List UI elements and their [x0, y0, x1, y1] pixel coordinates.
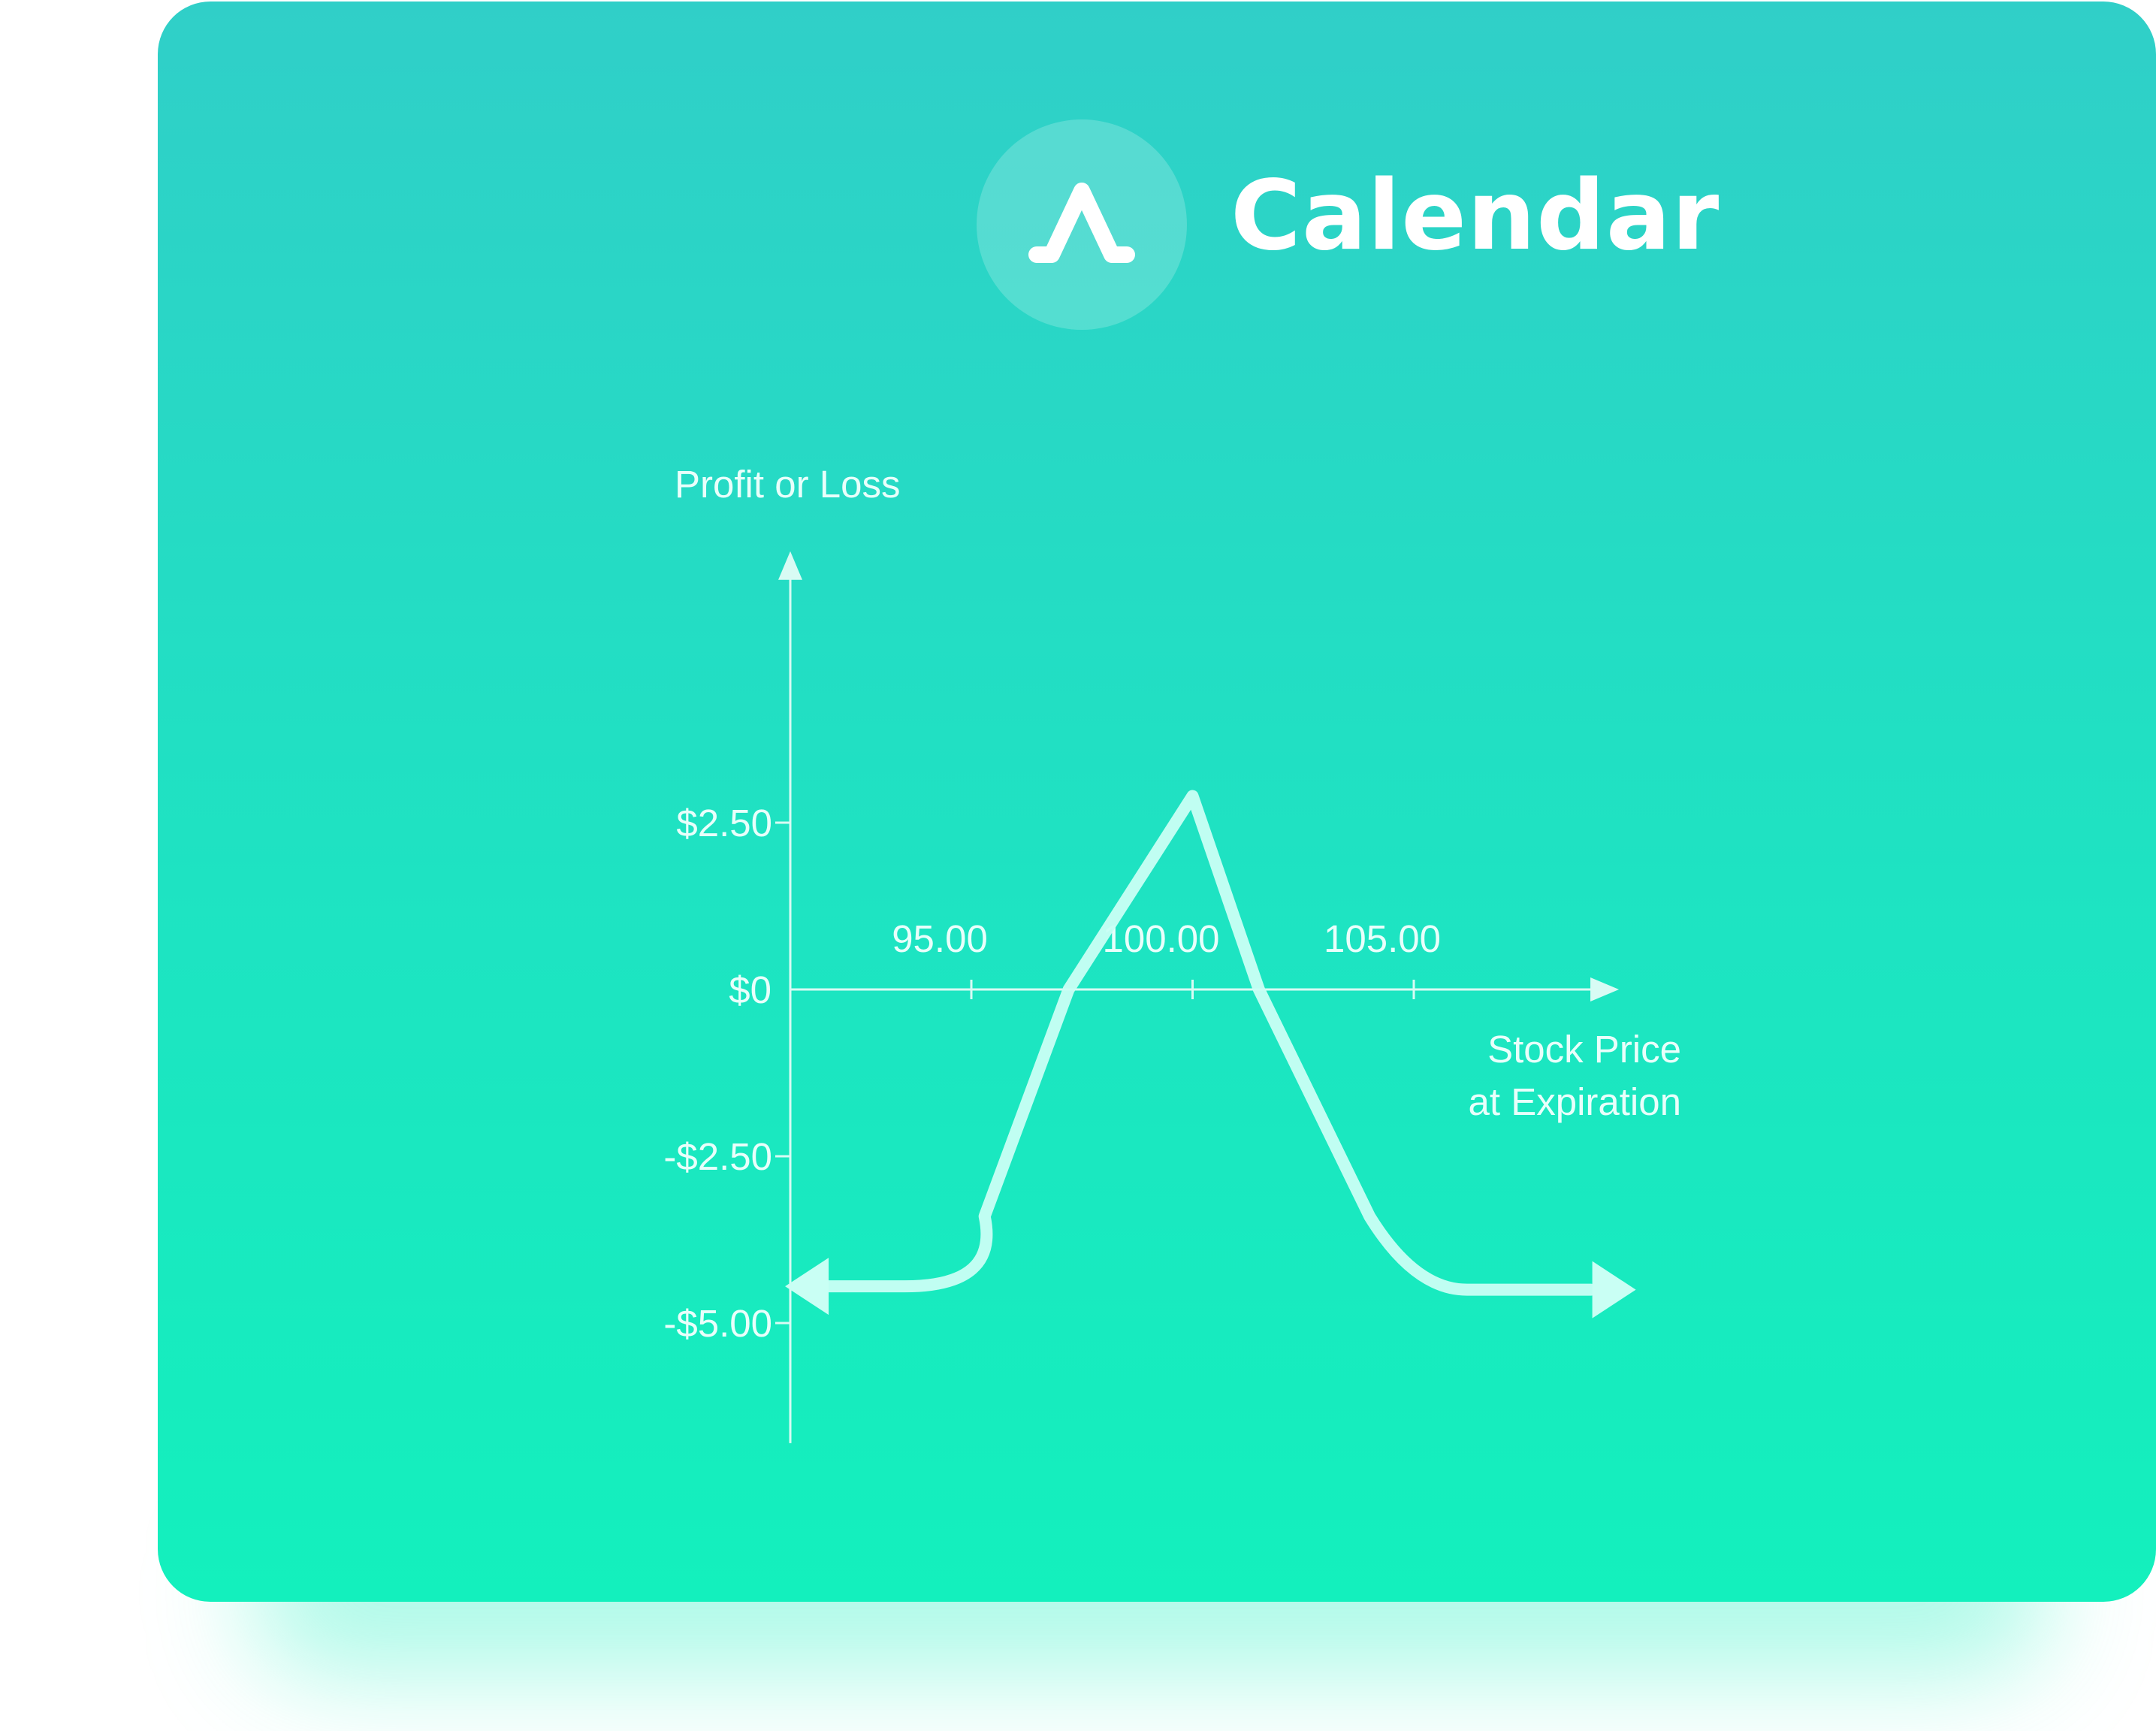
- x-axis-arrowhead: [1590, 977, 1620, 1001]
- x-tick-label: 95.00: [892, 917, 988, 960]
- x-axis-label-line-1: Stock Price: [1487, 1028, 1681, 1071]
- right-arrowhead: [1592, 1261, 1636, 1319]
- payoff-line: [802, 790, 1597, 1296]
- y-tick-label: $0: [729, 968, 772, 1011]
- y-tick-label: -$5.00: [663, 1302, 772, 1345]
- y-axis-label: Profit or Loss: [675, 463, 900, 506]
- chart-axes: [778, 551, 1620, 1443]
- left-arrowhead: [785, 1258, 829, 1316]
- chart-ticks: $2.50 $0 -$2.50 -$5.00 95.00 100.00 105.00: [663, 802, 1441, 1345]
- y-axis-arrowhead: [778, 551, 802, 580]
- y-tick-label: -$2.50: [663, 1135, 772, 1178]
- x-axis-label-line-2: at Expiration: [1469, 1080, 1682, 1123]
- x-tick-label: 100.00: [1103, 917, 1220, 960]
- stage: Calendar $2.50 $0 -$2.50 -$5.00 95.00 100.00 1…: [0, 0, 2156, 1731]
- y-tick-label: $2.50: [676, 802, 772, 844]
- payoff-chart: $2.50 $0 -$2.50 -$5.00 95.00 100.00 105.00 Pro…: [663, 463, 1682, 1443]
- x-tick-label: 105.00: [1324, 917, 1441, 960]
